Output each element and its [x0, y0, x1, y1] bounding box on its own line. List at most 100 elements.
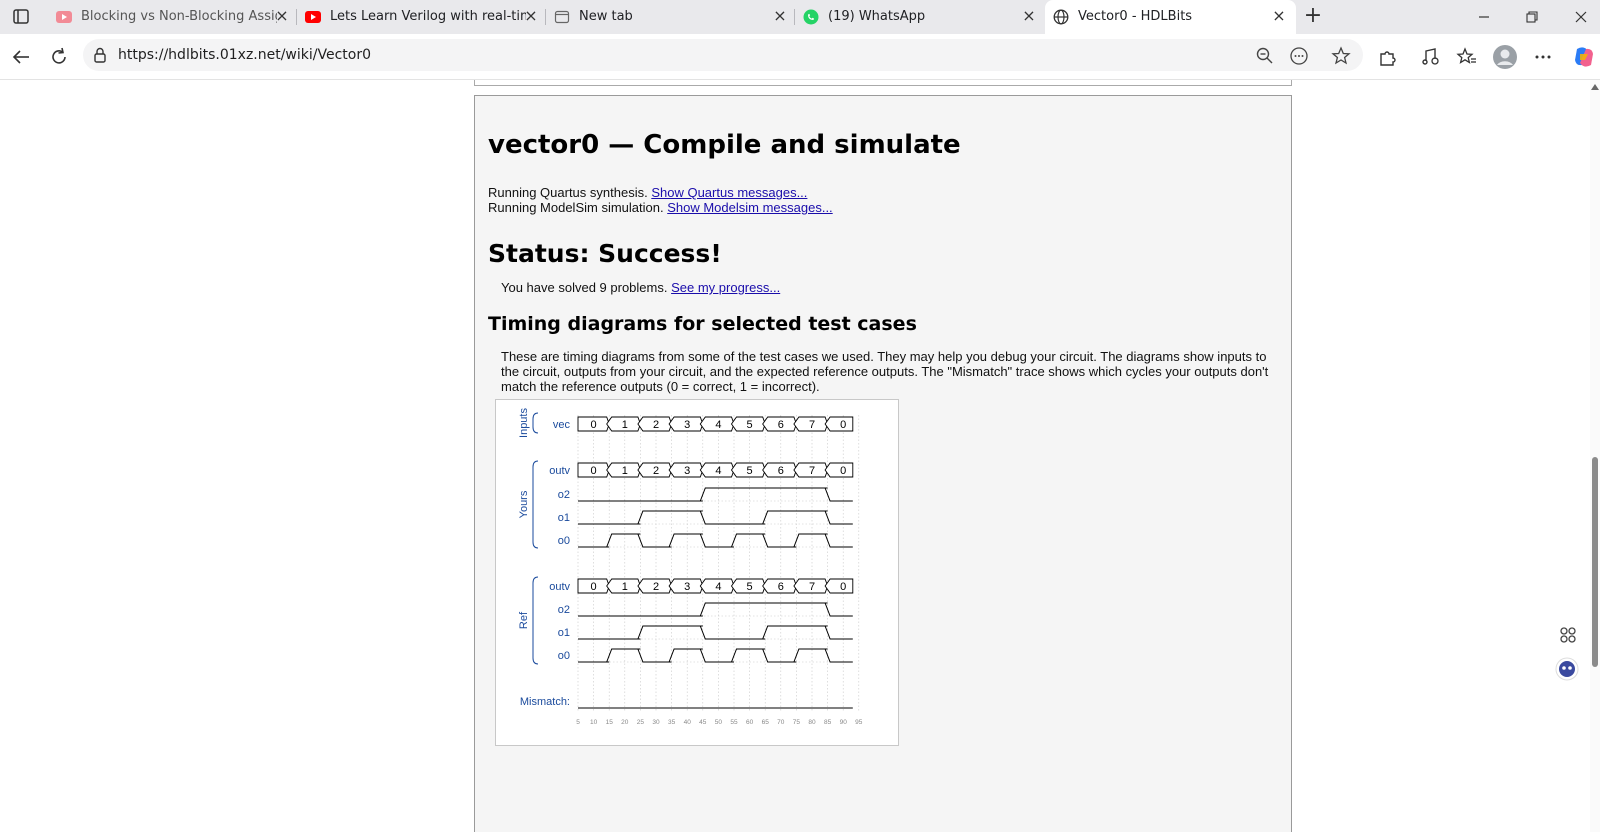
tab-title: Blocking vs Non-Blocking Assignm — [81, 9, 277, 24]
quartus-messages-link[interactable]: Show Quartus messages... — [651, 185, 807, 200]
yours-outv-value: 7 — [809, 465, 815, 477]
modelsim-messages-link[interactable]: Show Modelsim messages... — [667, 200, 832, 215]
new-tab-icon — [554, 9, 570, 25]
solved-line: You have solved 9 problems. See my progr… — [501, 280, 780, 295]
more-tools-icon[interactable] — [1289, 46, 1309, 66]
time-tick: 75 — [793, 719, 801, 726]
close-window-icon[interactable] — [1571, 8, 1591, 26]
vec-value: 2 — [653, 419, 659, 431]
back-icon[interactable] — [10, 46, 32, 68]
quartus-line: Running Quartus synthesis. Show Quartus … — [488, 185, 807, 200]
tab-whatsapp[interactable]: (19) WhatsApp × — [795, 0, 1043, 34]
vec-value: 0 — [840, 419, 846, 431]
inputs-group-label: Inputs — [518, 408, 530, 438]
yours-group-label: Yours — [518, 490, 530, 518]
yours-outv-value: 0 — [840, 465, 846, 477]
time-tick: 25 — [637, 719, 645, 726]
tab-actions-icon[interactable] — [8, 6, 34, 28]
vec-segment — [824, 416, 854, 432]
media-icon[interactable] — [1420, 46, 1442, 68]
yours-o0-label: o0 — [558, 535, 570, 547]
vec-value: 7 — [809, 419, 815, 431]
time-tick: 70 — [777, 719, 785, 726]
quartus-text: Running Quartus synthesis. — [488, 185, 648, 200]
new-tab-button[interactable]: + — [1302, 5, 1324, 28]
vec-value: 6 — [778, 419, 784, 431]
refresh-icon[interactable] — [48, 46, 70, 68]
ref-o2-label: o2 — [558, 604, 570, 616]
tab-new-tab[interactable]: New tab × — [546, 0, 795, 34]
ref-outv-value: 0 — [591, 581, 597, 593]
vec-value: 1 — [622, 419, 628, 431]
minimize-icon[interactable] — [1474, 8, 1494, 26]
time-tick: 55 — [730, 719, 738, 726]
zoom-out-icon[interactable] — [1255, 46, 1275, 66]
time-tick: 40 — [684, 719, 692, 726]
page-scrollbar[interactable] — [1590, 80, 1600, 832]
favorites-icon[interactable] — [1456, 46, 1478, 68]
ref-bracket — [532, 576, 539, 665]
yours-o2-label: o2 — [558, 489, 570, 501]
yours-outv-label: outv — [549, 465, 570, 477]
close-icon[interactable]: × — [772, 8, 788, 24]
tab-strip: Blocking vs Non-Blocking Assignm × Lets … — [0, 0, 1600, 34]
time-tick: 90 — [840, 719, 848, 726]
settings-more-icon[interactable] — [1532, 46, 1554, 68]
yours-o0-wave — [578, 533, 853, 548]
previous-section-box — [474, 80, 1292, 86]
profile-avatar[interactable] — [1492, 44, 1518, 70]
timing-description: These are timing diagrams from some of t… — [501, 349, 1269, 394]
yours-o2-wave — [578, 487, 853, 502]
yours-outv-value: 3 — [684, 465, 690, 477]
yours-outv-value: 6 — [778, 465, 784, 477]
ref-o0-label: o0 — [558, 650, 570, 662]
time-tick: 20 — [621, 719, 629, 726]
modelsim-line: Running ModelSim simulation. Show Models… — [488, 200, 833, 215]
close-icon[interactable]: × — [523, 8, 539, 24]
vec-label: vec — [553, 419, 571, 431]
time-tick: 65 — [762, 719, 770, 726]
ref-outv-value: 2 — [653, 581, 659, 593]
scroll-up-icon[interactable] — [1591, 84, 1599, 90]
ref-outv-value: 6 — [778, 581, 784, 593]
modelsim-text: Running ModelSim simulation. — [488, 200, 664, 215]
globe-icon — [1053, 9, 1069, 25]
tab-vector0[interactable]: Vector0 - HDLBits × — [1045, 0, 1296, 34]
extensions-icon[interactable] — [1377, 46, 1399, 68]
tab-blocking[interactable]: Blocking vs Non-Blocking Assignm × — [48, 0, 297, 34]
ref-outv-value: 4 — [715, 581, 721, 593]
copilot-icon[interactable] — [1571, 44, 1597, 70]
favorite-star-icon[interactable] — [1331, 46, 1351, 66]
lock-icon[interactable] — [92, 46, 108, 64]
grid-apps-icon[interactable] — [1555, 622, 1581, 648]
tab-verilog[interactable]: Lets Learn Verilog with real-time P × — [297, 0, 546, 34]
scrollbar-thumb[interactable] — [1592, 457, 1598, 667]
time-tick: 95 — [855, 719, 863, 726]
close-icon[interactable]: × — [274, 8, 290, 24]
tab-title: New tab — [579, 9, 633, 24]
time-tick: 80 — [808, 719, 816, 726]
yours-outv-value: 5 — [747, 465, 753, 477]
ref-o1-label: o1 — [558, 627, 570, 639]
tab-title: Lets Learn Verilog with real-time P — [330, 9, 526, 24]
time-tick: 30 — [652, 719, 660, 726]
ref-outv-label: outv — [549, 581, 570, 593]
close-icon[interactable]: × — [1271, 8, 1287, 24]
time-tick: 60 — [746, 719, 754, 726]
address-bar[interactable]: https://hdlbits.01xz.net/wiki/Vector0 — [83, 39, 1363, 71]
youtube-icon — [56, 9, 72, 25]
assistant-icon[interactable] — [1554, 656, 1580, 682]
youtube-icon — [305, 9, 321, 25]
ref-o0-wave — [578, 648, 853, 663]
ref-o2-wave — [578, 602, 853, 617]
page-viewport: vector0 — Compile and simulate Running Q… — [0, 80, 1590, 832]
time-tick: 50 — [715, 719, 723, 726]
ref-outv-value: 7 — [809, 581, 815, 593]
yours-outv-value: 0 — [591, 465, 597, 477]
progress-link[interactable]: See my progress... — [671, 280, 780, 295]
yours-bracket — [532, 460, 539, 549]
yours-o1-label: o1 — [558, 512, 570, 524]
restore-icon[interactable] — [1522, 8, 1542, 26]
ref-o1-wave — [578, 625, 853, 640]
close-icon[interactable]: × — [1021, 8, 1037, 24]
